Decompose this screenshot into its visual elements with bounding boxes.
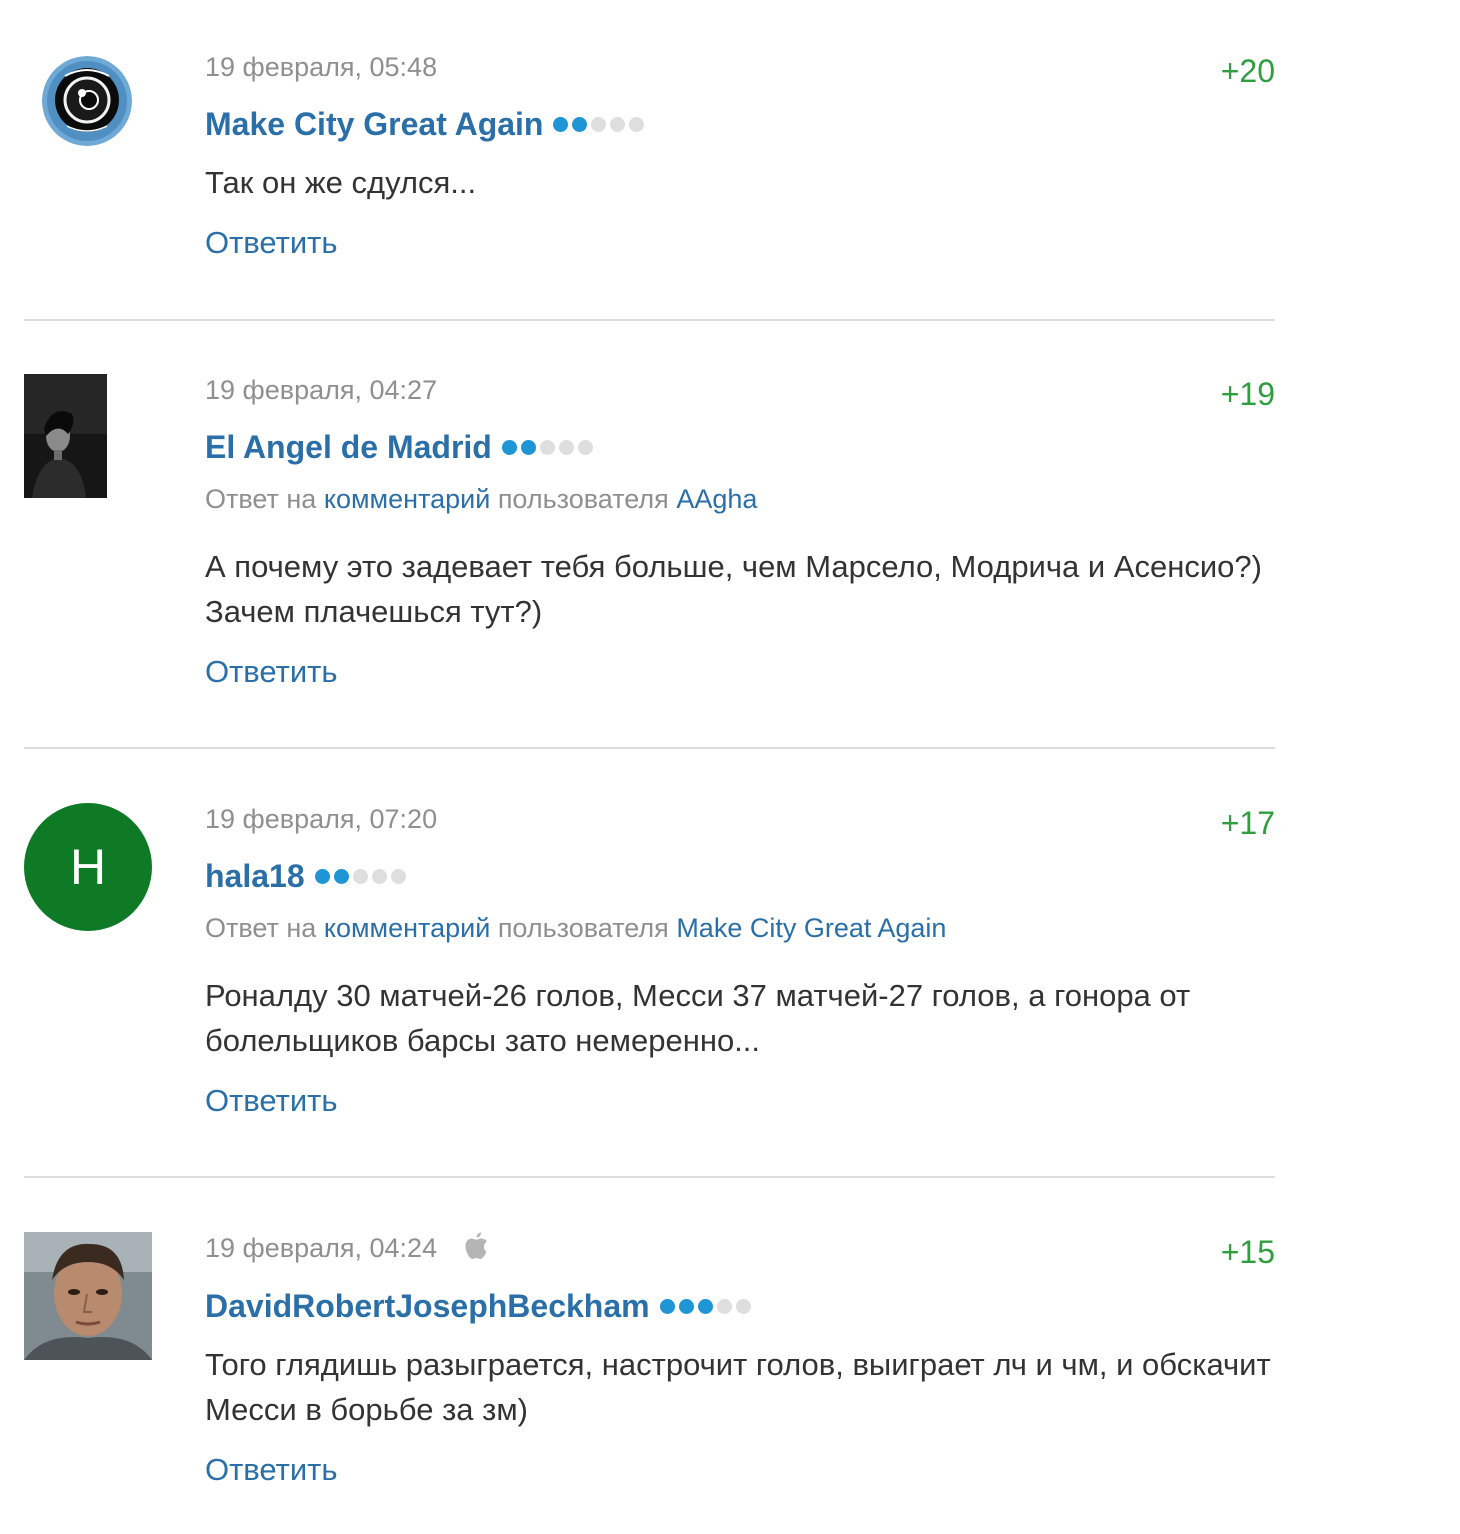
author-name[interactable]: hala18: [205, 856, 305, 896]
comment-rating: +19: [1220, 376, 1275, 412]
reply-button[interactable]: Ответить: [205, 1451, 338, 1489]
user-level-indicator: [501, 439, 593, 455]
comment-date: 19 февраля, 05:48: [205, 52, 438, 82]
comment-text: Так он же сдулся...: [205, 165, 477, 200]
reply-to-mid: пользователя: [497, 484, 669, 514]
author-name[interactable]: El Angel de Madrid: [205, 427, 492, 467]
comment-rating: +17: [1220, 805, 1275, 841]
reply-to-user-link[interactable]: Make City Great Again: [676, 913, 946, 943]
comment-date: 19 февраля, 07:20: [205, 804, 438, 834]
reply-button[interactable]: Ответить: [205, 224, 338, 262]
reply-to-prefix: Ответ на: [205, 484, 317, 514]
comment-divider: [24, 747, 1275, 749]
author-row: El Angel de Madrid: [205, 427, 593, 467]
reply-to-line: Ответ на комментарий пользователя Make C…: [205, 911, 946, 945]
comment-text: Того глядишь разыграется, настрочит голо…: [205, 1347, 1271, 1427]
comment-text: Роналду 30 матчей-26 голов, Месси 37 мат…: [205, 978, 1191, 1058]
author-name[interactable]: Make City Great Again: [205, 104, 543, 144]
comment-date-row: 19 февраля, 04:24: [205, 1231, 489, 1269]
reply-to-line: Ответ на комментарий пользователя AAgha: [205, 482, 757, 516]
user-level-indicator: [553, 116, 645, 132]
author-row: hala18: [205, 856, 406, 896]
reply-button[interactable]: Ответить: [205, 1082, 338, 1120]
user-level-indicator: [314, 868, 406, 884]
author-row: Make City Great Again: [205, 104, 645, 144]
reply-to-mid: пользователя: [497, 913, 669, 943]
reply-button[interactable]: Ответить: [205, 653, 338, 691]
reply-to-prefix: Ответ на: [205, 913, 317, 943]
avatar[interactable]: [24, 374, 107, 498]
comment-rating: +15: [1220, 1234, 1275, 1270]
apple-icon: [463, 1231, 489, 1269]
comment-date: 19 февраля, 04:24: [205, 1233, 438, 1264]
camera-lens-icon: [42, 56, 132, 146]
comment-divider: [24, 319, 1275, 321]
avatar[interactable]: H: [24, 803, 152, 931]
comment-divider: [24, 1176, 1275, 1178]
reply-to-comment-link[interactable]: комментарий: [324, 484, 490, 514]
comment-text: А почему это задевает тебя больше, чем М…: [205, 549, 1262, 629]
reply-to-comment-link[interactable]: комментарий: [324, 913, 490, 943]
avatar[interactable]: [24, 1232, 152, 1360]
comment-rating: +20: [1220, 53, 1275, 89]
portrait-photo-icon: [24, 374, 107, 498]
author-name[interactable]: DavidRobertJosephBeckham: [205, 1286, 650, 1326]
avatar[interactable]: [42, 56, 132, 146]
author-row: DavidRobertJosephBeckham: [205, 1286, 751, 1326]
reply-to-user-link[interactable]: AAgha: [676, 484, 757, 514]
user-level-indicator: [659, 1298, 751, 1314]
avatar-letter: H: [69, 839, 107, 895]
face-photo-icon: [24, 1232, 152, 1360]
comment-date: 19 февраля, 04:27: [205, 375, 438, 405]
